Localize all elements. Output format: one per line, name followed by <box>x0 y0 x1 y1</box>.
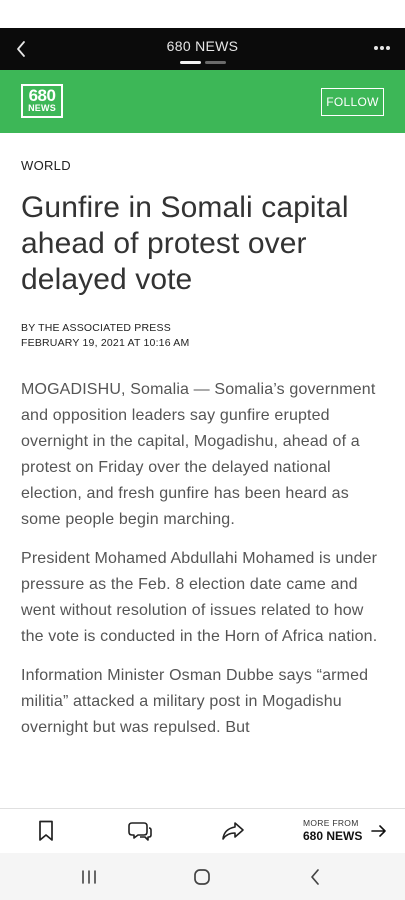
article-paragraph: President Mohamed Abdullahi Mohamed is u… <box>21 550 378 645</box>
logo-number: 680 <box>28 86 56 105</box>
top-app-bar: 680 NEWS <box>0 28 405 70</box>
article-body[interactable]: WORLD Gunfire in Somali capital ahead of… <box>21 133 385 808</box>
arrow-right-icon <box>371 825 386 837</box>
app-bar-title: 680 NEWS <box>166 38 239 54</box>
more-from-button[interactable]: MORE FROM 680 NEWS <box>303 818 387 846</box>
bookmark-icon[interactable] <box>34 819 58 843</box>
page-indicator <box>180 61 226 64</box>
page-indicator-inactive <box>205 61 226 64</box>
comment-icon[interactable] <box>128 819 152 843</box>
publisher-header: 680 NEWS FOLLOW <box>0 70 405 133</box>
article-action-bar: MORE FROM 680 NEWS <box>0 808 405 853</box>
more-horizontal-icon[interactable] <box>371 38 393 58</box>
article-byline: BY THE ASSOCIATED PRESS <box>21 322 171 334</box>
section-label: WORLD <box>21 158 71 173</box>
logo-word: NEWS <box>28 103 56 113</box>
recent-apps-icon[interactable] <box>77 866 101 888</box>
article-headline: Gunfire in Somali capital ahead of prote… <box>21 191 349 296</box>
page-indicator-active <box>180 61 201 64</box>
system-navigation-bar <box>0 853 405 900</box>
article-paragraph: MOGADISHU, Somalia — Somalia’s governmen… <box>21 381 376 528</box>
status-bar <box>0 0 405 28</box>
article-meta: BY THE ASSOCIATED PRESS FEBRUARY 19, 202… <box>21 321 385 351</box>
more-from-source: 680 NEWS <box>303 829 363 843</box>
back-icon[interactable] <box>303 866 327 888</box>
follow-button[interactable]: FOLLOW <box>321 88 384 116</box>
share-icon[interactable] <box>221 819 245 843</box>
more-from-label: MORE FROM <box>303 818 359 828</box>
article-date: FEBRUARY 19, 2021 AT 10:16 AM <box>21 337 190 349</box>
publisher-logo[interactable]: 680 NEWS <box>21 84 63 118</box>
article-paragraph: Information Minister Osman Dubbe says “a… <box>21 667 369 736</box>
home-icon[interactable] <box>190 866 214 888</box>
